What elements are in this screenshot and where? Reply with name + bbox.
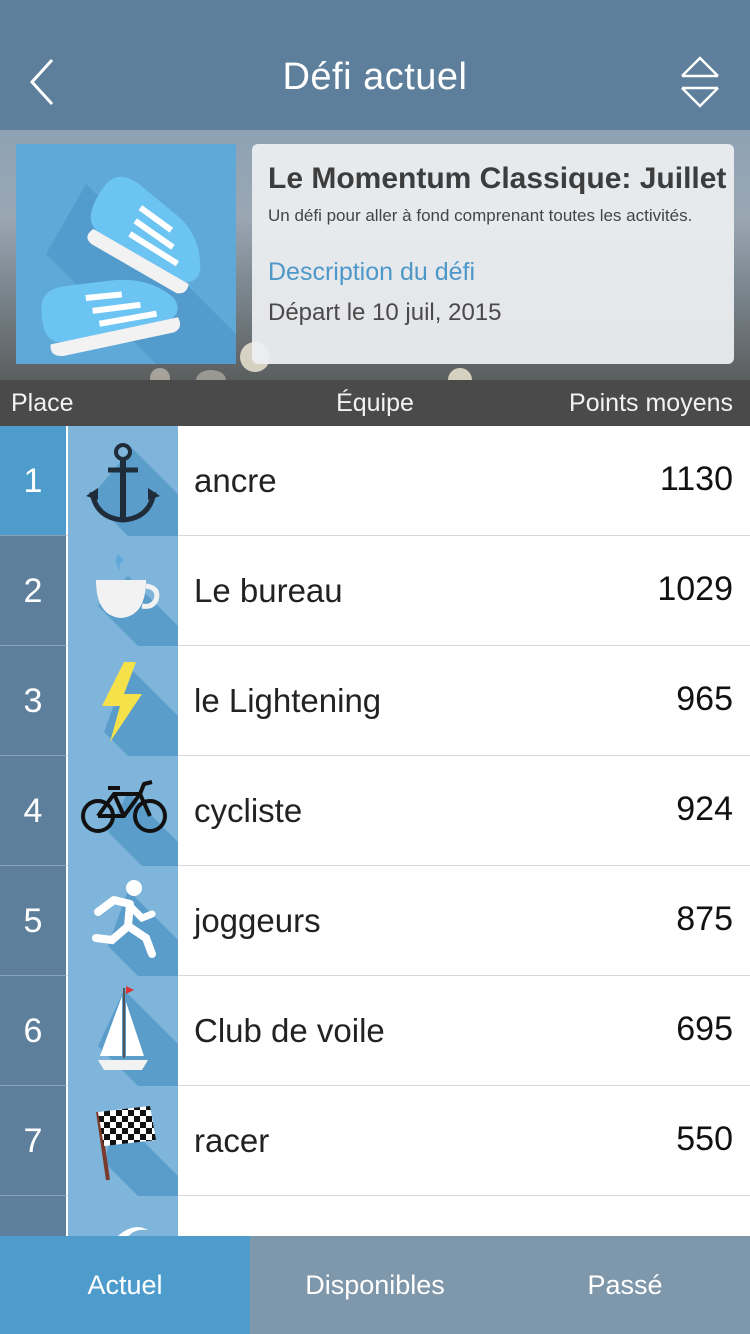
leaderboard-row[interactable]: 2 Le bureau 1029 [0, 536, 750, 646]
leaderboard-row[interactable]: 3 le Lightening 965 [0, 646, 750, 756]
team-name: Le bureau [194, 572, 343, 609]
team-avatar [68, 1086, 178, 1196]
leaderboard-column-header: Place Équipe Points moyens [0, 380, 750, 426]
team-rank: 1 [0, 426, 66, 536]
challenge-start-date: Départ le 10 juil, 2015 [268, 299, 502, 326]
team-points: 695 [676, 1010, 733, 1048]
tab-passe[interactable]: Passé [500, 1236, 750, 1334]
runner-icon [92, 880, 178, 976]
team-points: 1130 [659, 460, 733, 498]
challenge-image [16, 144, 236, 364]
sort-arrows-icon [681, 56, 719, 108]
team-avatar [68, 646, 178, 756]
team-name: le Lightening [194, 682, 382, 719]
moon-icon [118, 1227, 148, 1236]
challenge-description-link[interactable]: Description du défi [268, 258, 718, 287]
team-avatar [68, 756, 178, 866]
team-rank: 3 [0, 646, 66, 756]
team-name: cycliste [194, 792, 303, 829]
bottom-tab-bar: Actuel Disponibles Passé [0, 1236, 750, 1334]
anchor-icon [86, 443, 178, 536]
team-avatar [68, 976, 178, 1086]
team-points: 924 [676, 790, 733, 828]
tab-disponibles[interactable]: Disponibles [250, 1236, 500, 1334]
leaderboard-row[interactable]: 6 Club de voile 695 [0, 976, 750, 1086]
background-light [196, 370, 226, 380]
challenge-title: Le Momentum Classique: Juillet [268, 162, 727, 195]
team-avatar [68, 1196, 178, 1236]
team-rank: 4 [0, 756, 66, 866]
coffee-cup-icon [96, 554, 178, 646]
leaderboard-row[interactable] [0, 1196, 750, 1236]
column-points: Points moyens [569, 389, 733, 417]
top-nav-bar: Défi actuel [0, 0, 750, 130]
team-rank: 5 [0, 866, 66, 976]
leaderboard-row[interactable]: 1 ancre 1130 [0, 426, 750, 536]
challenge-info-card: Le Momentum Classique: Juillet Un défi p… [252, 144, 734, 364]
team-name: Club de voile [194, 1012, 385, 1049]
challenge-subtitle: Un défi pour aller à fond comprenant tou… [268, 206, 693, 225]
leaderboard-row[interactable]: 7 racer 550 [0, 1086, 750, 1196]
team-rank: 7 [0, 1086, 66, 1196]
team-rank [0, 1196, 66, 1236]
team-points: 1029 [657, 570, 733, 608]
team-avatar [68, 426, 178, 536]
team-name: joggeurs [194, 902, 321, 939]
team-name: ancre [194, 462, 277, 499]
team-points: 550 [676, 1120, 733, 1158]
lightning-bolt-icon [102, 662, 178, 756]
team-points: 875 [676, 900, 733, 938]
background-light [150, 368, 170, 380]
team-rank: 2 [0, 536, 66, 646]
team-points: 965 [676, 680, 733, 718]
team-name: racer [194, 1122, 270, 1159]
sailboat-icon [98, 986, 178, 1086]
sort-button[interactable] [678, 54, 722, 110]
leaderboard-row[interactable]: 4 cycliste 924 [0, 756, 750, 866]
page-title: Défi actuel [282, 56, 468, 98]
sneakers-icon [41, 176, 236, 364]
team-avatar [68, 866, 178, 976]
challenge-banner: Le Momentum Classique: Juillet Un défi p… [0, 130, 750, 380]
tab-actuel[interactable]: Actuel [0, 1236, 250, 1334]
checkered-flag-icon [96, 1106, 178, 1196]
bicycle-icon [81, 780, 178, 866]
leaderboard-list[interactable]: 1 ancre 1130 2 Le bureau 1029 3 le Light… [0, 426, 750, 1236]
team-avatar [68, 536, 178, 646]
background-light [448, 368, 472, 380]
leaderboard-row[interactable]: 5 joggeurs 875 [0, 866, 750, 976]
team-rank: 6 [0, 976, 66, 1086]
